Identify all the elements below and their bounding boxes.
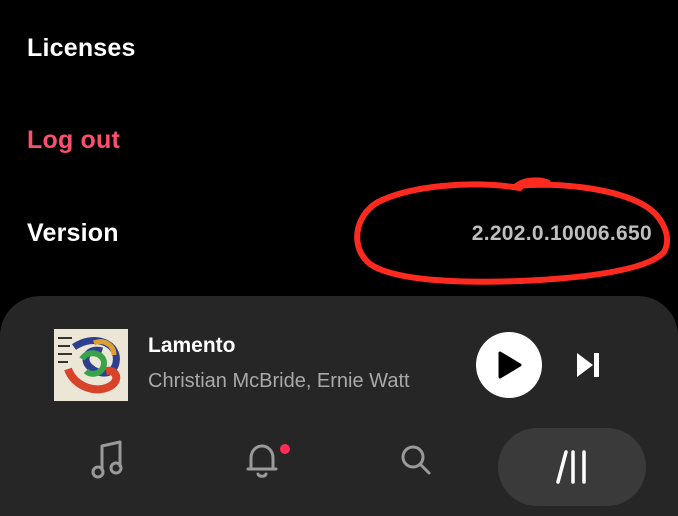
now-playing-bar[interactable]: Lamento Christian McBride, Ernie Watt: [0, 296, 678, 416]
skip-next-icon: [577, 353, 599, 377]
version-value: 2.202.0.10006.650: [471, 222, 652, 245]
tab-library[interactable]: [498, 428, 646, 506]
tab-search[interactable]: [356, 428, 476, 492]
track-artist: Christian McBride, Ernie Watt: [148, 370, 410, 392]
tab-music[interactable]: [48, 428, 168, 492]
version-label: Version: [27, 219, 119, 247]
play-icon: [498, 351, 522, 379]
bell-icon: [246, 444, 278, 478]
tab-notifications[interactable]: [202, 428, 322, 492]
player-panel: Lamento Christian McBride, Ernie Watt: [0, 296, 678, 516]
notification-badge-dot: [280, 444, 290, 454]
licenses-item[interactable]: Licenses: [27, 34, 136, 63]
search-icon: [401, 445, 431, 475]
logout-item[interactable]: Log out: [27, 126, 120, 155]
play-button[interactable]: [476, 332, 542, 398]
bottom-tab-bar: [0, 416, 678, 506]
track-title: Lamento: [148, 334, 236, 357]
music-note-icon: [91, 440, 123, 479]
library-icon: [556, 450, 586, 484]
album-cover[interactable]: [54, 329, 128, 401]
skip-next-button[interactable]: [572, 348, 604, 382]
